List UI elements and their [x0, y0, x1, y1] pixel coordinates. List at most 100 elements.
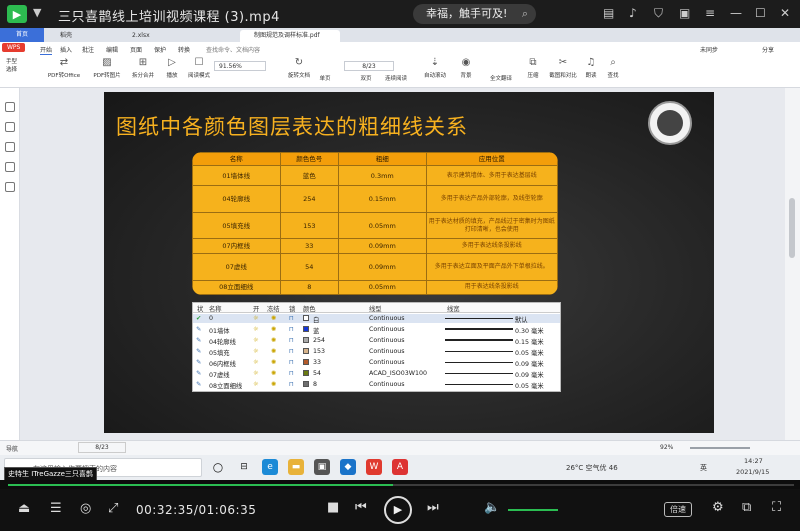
bell-icon[interactable]: ♪: [629, 6, 645, 22]
bulb-icon[interactable]: ☼: [253, 348, 259, 355]
bulb-icon[interactable]: ☼: [253, 315, 259, 322]
color-swatch[interactable]: [303, 337, 309, 343]
tab-pdf[interactable]: 制图规范及调样标准.pdf: [240, 30, 340, 42]
settings-icon[interactable]: ⚙: [712, 500, 724, 515]
ime-lang[interactable]: 英: [700, 463, 707, 473]
bulb-icon[interactable]: ☼: [253, 370, 259, 377]
close-icon[interactable]: ✕: [780, 6, 796, 22]
gift-icon[interactable]: ▣: [679, 6, 695, 22]
menu-comment[interactable]: 批注: [82, 45, 94, 54]
wps-taskbar-icon[interactable]: W: [366, 459, 382, 475]
ribbon-pdf-image[interactable]: ▨ PDF转图片: [90, 57, 124, 79]
lock-icon[interactable]: ⊓: [289, 381, 294, 388]
fullscreen-icon[interactable]: ⤢: [108, 501, 118, 516]
ribbon-screenshot[interactable]: ✂ 截图和对比: [546, 57, 580, 79]
color-swatch[interactable]: [303, 381, 309, 387]
volume-slider[interactable]: [508, 509, 558, 511]
menu-page[interactable]: 页面: [130, 45, 142, 54]
stop-icon[interactable]: ■: [327, 500, 339, 515]
speed-button[interactable]: 倍速: [664, 502, 692, 517]
sun-icon[interactable]: ✺: [271, 326, 276, 333]
ribbon-find[interactable]: ⌕ 查找: [604, 57, 622, 79]
scrollbar[interactable]: [785, 88, 800, 440]
layer-linetype[interactable]: Continuous: [369, 337, 405, 344]
ribbon-auto-scroll[interactable]: ⇣ 自动滚动: [420, 57, 450, 79]
bookmark-icon[interactable]: [5, 102, 15, 112]
ribbon-read-aloud[interactable]: ♫ 朗读: [582, 57, 600, 79]
bulb-icon[interactable]: ☼: [253, 326, 259, 333]
store-icon[interactable]: ▣: [314, 459, 330, 475]
layer-row[interactable]: ✎ 01墙体 ☼ ✺ ⊓ 蓝 Continuous 0.30 毫米: [193, 325, 560, 335]
layer-linetype[interactable]: Continuous: [369, 348, 405, 355]
sun-icon[interactable]: ✺: [271, 315, 276, 322]
zoom-slider[interactable]: [690, 447, 750, 449]
tab-daoke[interactable]: 稻壳: [46, 30, 116, 42]
pip-icon[interactable]: ⧉: [742, 500, 751, 515]
color-swatch[interactable]: [303, 315, 309, 321]
next-icon[interactable]: ⏭: [427, 500, 439, 515]
menu-convert[interactable]: 转换: [178, 45, 190, 54]
ribbon-translate[interactable]: 全文翻译: [484, 74, 518, 82]
ribbon-rotate[interactable]: ↻ 旋转文档: [286, 57, 312, 79]
progress-track[interactable]: [8, 484, 794, 486]
sun-icon[interactable]: ✺: [271, 370, 276, 377]
layer-row[interactable]: ✎ 07虚线 ☼ ✺ ⊓ 54 ACAD_ISO03W100 0.09 毫米: [193, 369, 560, 379]
menu-edit[interactable]: 编辑: [106, 45, 118, 54]
color-swatch[interactable]: [303, 359, 309, 365]
menu-protect[interactable]: 保护: [154, 45, 166, 54]
ribbon-split-merge[interactable]: ⊞ 拆分合并: [128, 57, 158, 79]
bulb-icon[interactable]: ☼: [253, 381, 259, 388]
menu-search[interactable]: 查找命令、文档内容: [206, 45, 260, 54]
attachment-icon[interactable]: [5, 162, 15, 172]
chevron-down-icon[interactable]: ▼: [33, 6, 41, 19]
sun-icon[interactable]: ✺: [271, 359, 276, 366]
wps-app-button[interactable]: WPS: [2, 43, 26, 52]
layer-linetype[interactable]: Continuous: [369, 315, 405, 322]
scrollbar-thumb[interactable]: [789, 198, 795, 258]
page-input[interactable]: 8/23: [344, 61, 394, 71]
eject-icon[interactable]: ⏏: [18, 501, 30, 516]
status-page-input[interactable]: 8/23: [78, 442, 126, 453]
ribbon-continuous[interactable]: 连续阅读: [380, 74, 412, 82]
sun-icon[interactable]: ✺: [271, 337, 276, 344]
minimize-icon[interactable]: —: [730, 6, 746, 22]
shirt-icon[interactable]: ⛉: [654, 6, 670, 22]
select-label[interactable]: 选择: [6, 67, 17, 73]
layer-row[interactable]: ✎ 08立面细线 ☼ ✺ ⊓ 8 Continuous 0.05 毫米: [193, 380, 560, 390]
previous-icon[interactable]: ⏮: [355, 500, 367, 515]
color-swatch[interactable]: [303, 348, 309, 354]
ribbon-double-page[interactable]: 双页: [356, 74, 376, 82]
folder-icon[interactable]: ▬: [288, 459, 304, 475]
ribbon-compress[interactable]: ⧉ 压缩: [524, 57, 542, 79]
layer-linetype[interactable]: ACAD_ISO03W100: [369, 370, 427, 377]
screenshot-icon[interactable]: ◎: [80, 501, 91, 516]
widgets-icon[interactable]: ⊟: [236, 459, 252, 475]
volume-icon[interactable]: 🔈: [484, 500, 500, 515]
lock-icon[interactable]: ⊓: [289, 370, 294, 377]
search-icon[interactable]: ⌕: [522, 4, 528, 24]
ribbon-play[interactable]: ▷ 播放: [162, 57, 182, 79]
app-icon[interactable]: ◆: [340, 459, 356, 475]
bulb-icon[interactable]: ☼: [253, 337, 259, 344]
ribbon-hand[interactable]: 手型 选择: [6, 57, 28, 73]
menu-insert[interactable]: 插入: [60, 45, 72, 54]
status-zoom[interactable]: 92%: [660, 444, 673, 451]
maximize-icon[interactable]: ☐: [755, 6, 771, 22]
sun-icon[interactable]: ✺: [271, 348, 276, 355]
lock-icon[interactable]: ⊓: [289, 359, 294, 366]
thumbnail-icon[interactable]: [5, 122, 15, 132]
zoom-input[interactable]: 91.56%: [214, 61, 266, 71]
menu-share[interactable]: 分享: [762, 45, 774, 54]
ribbon-background[interactable]: ◉ 背景: [456, 57, 476, 79]
layer-row[interactable]: ✎ 04轮廓线 ☼ ✺ ⊓ 254 Continuous 0.15 毫米: [193, 336, 560, 346]
edge-icon[interactable]: e: [262, 459, 278, 475]
list-icon[interactable]: ☰: [50, 501, 62, 516]
layers-icon[interactable]: [5, 182, 15, 192]
lock-icon[interactable]: ⊓: [289, 337, 294, 344]
clipboard-icon[interactable]: ▤: [603, 6, 619, 22]
lock-icon[interactable]: ⊓: [289, 348, 294, 355]
color-swatch[interactable]: [303, 370, 309, 376]
layer-linetype[interactable]: Continuous: [369, 381, 405, 388]
ribbon-read-mode[interactable]: ☐ 阅读模式: [186, 57, 212, 79]
lock-icon[interactable]: ⊓: [289, 326, 294, 333]
